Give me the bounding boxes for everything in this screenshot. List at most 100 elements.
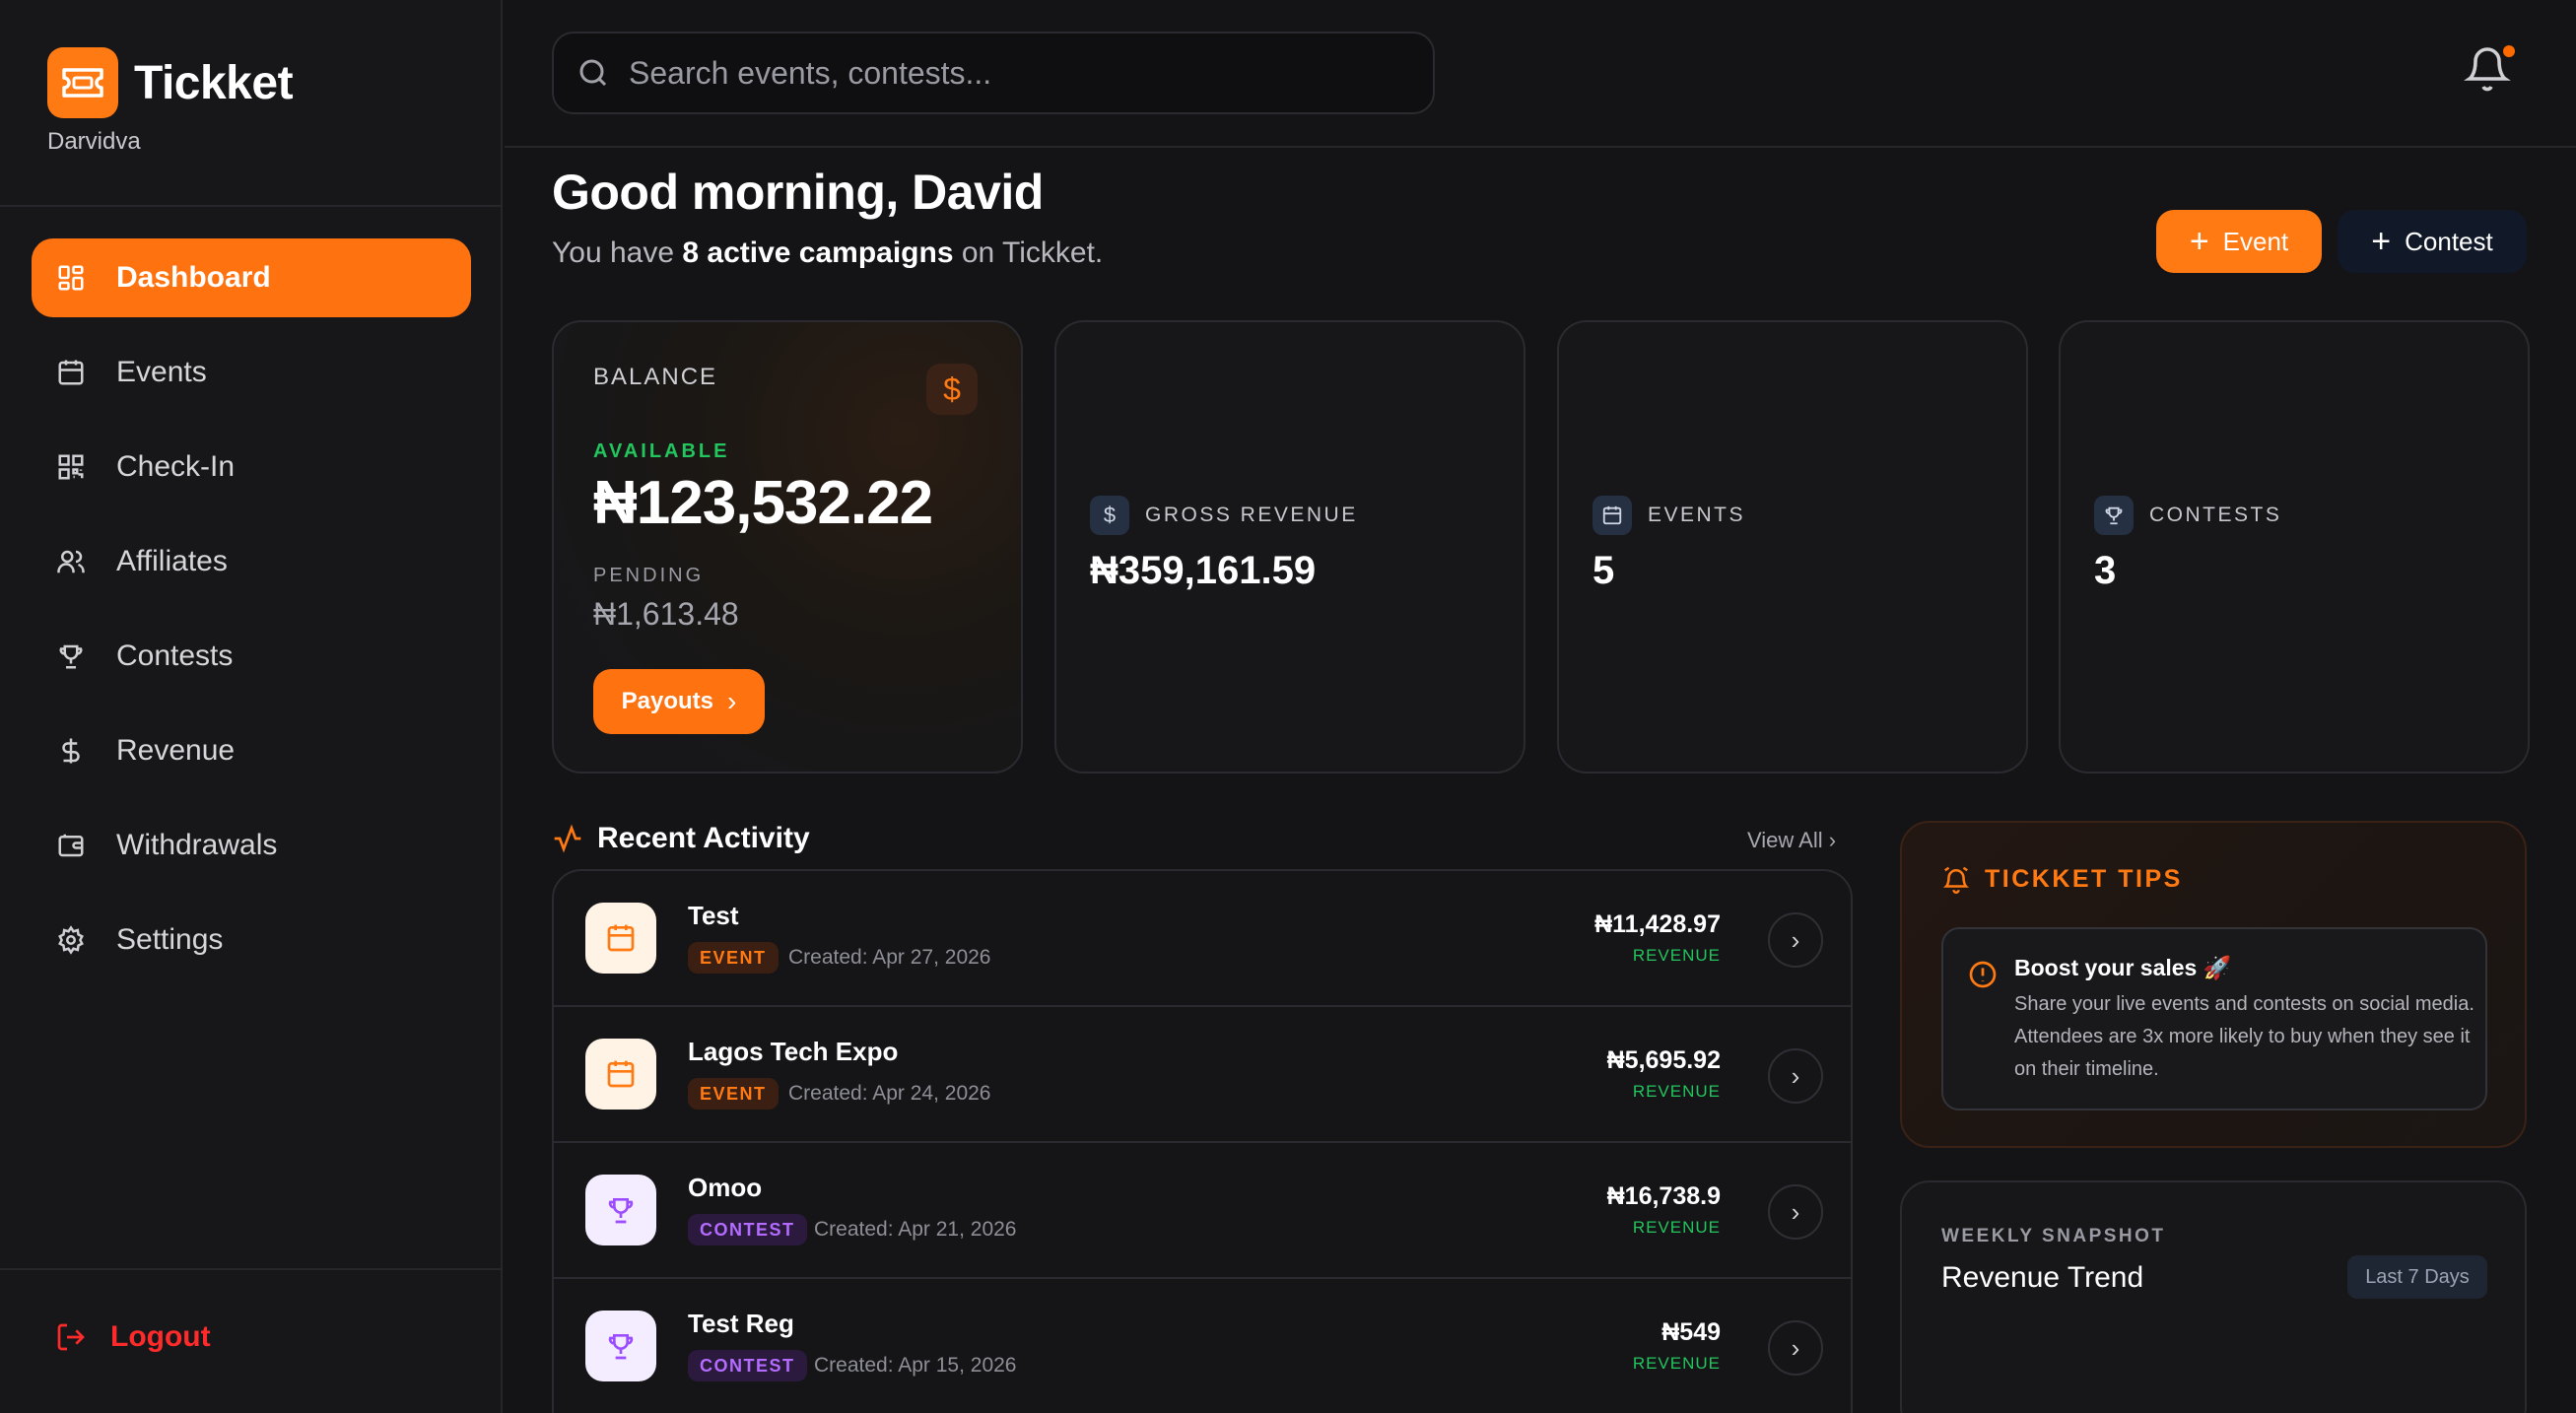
revenue-amount: ₦11,428.97	[1594, 910, 1721, 938]
app-name: Tickket	[134, 56, 294, 109]
events-card: EVENTS 5	[1557, 320, 2028, 774]
recent-activity-header: Recent Activity	[552, 822, 810, 855]
range-selector[interactable]: Last 7 Days	[2347, 1255, 2487, 1299]
calendar-icon	[585, 903, 656, 974]
tips-card: TICKKET TIPS Boost your sales 🚀 Share yo…	[1900, 821, 2527, 1148]
tips-title: TICKKET TIPS	[1985, 864, 2183, 893]
revenue-label: REVENUE	[1632, 946, 1721, 965]
stat-label: CONTESTS	[2149, 504, 2282, 526]
type-badge: CONTEST	[688, 1350, 807, 1381]
weekly-snapshot-card: WEEKLY SNAPSHOT Revenue Trend Last 7 Day…	[1900, 1180, 2527, 1413]
sidebar-nav: Dashboard Events Check-In Affiliates Con…	[32, 238, 471, 995]
trophy-icon	[2094, 496, 2134, 535]
plus-icon: +	[2189, 222, 2209, 260]
chevron-right-icon[interactable]: ›	[1768, 1320, 1823, 1376]
sidebar-item-label: Settings	[116, 923, 224, 956]
sidebar-item-label: Dashboard	[116, 261, 271, 294]
dollar-icon: $	[1090, 496, 1129, 535]
sidebar-item-events[interactable]: Events	[32, 333, 471, 412]
created-date: Created: Apr 24, 2026	[788, 1082, 991, 1105]
search-bar[interactable]	[552, 32, 1435, 114]
sidebar-item-dashboard[interactable]: Dashboard	[32, 238, 471, 317]
chevron-right-icon[interactable]: ›	[1768, 912, 1823, 968]
created-date: Created: Apr 21, 2026	[814, 1218, 1017, 1241]
trophy-icon	[585, 1311, 656, 1381]
created-date: Created: Apr 27, 2026	[788, 946, 991, 969]
list-item[interactable]: Test Reg CONTEST Created: Apr 15, 2026 ₦…	[554, 1279, 1851, 1413]
qr-icon	[55, 451, 87, 483]
list-item[interactable]: Lagos Tech Expo EVENT Created: Apr 24, 2…	[554, 1007, 1851, 1143]
calendar-icon	[55, 357, 87, 388]
tip-body: Share your live events and contests on s…	[2014, 993, 2474, 1080]
tips-header: TICKKET TIPS	[1941, 864, 2183, 894]
recent-activity-title: Recent Activity	[597, 822, 810, 854]
brand[interactable]: Tickket	[47, 47, 294, 118]
stat-header: $ GROSS REVENUE	[1090, 496, 1358, 535]
ticket-logo-icon	[47, 47, 118, 118]
sidebar-item-withdrawals[interactable]: Withdrawals	[32, 806, 471, 885]
search-icon	[576, 55, 611, 91]
topbar	[505, 0, 2576, 148]
logout-button[interactable]: Logout	[55, 1320, 211, 1354]
tip-title: Boost your sales 🚀	[2014, 955, 2232, 980]
weekly-title: Revenue Trend	[1941, 1261, 2144, 1294]
sidebar-item-affiliates[interactable]: Affiliates	[32, 522, 471, 601]
sidebar-item-label: Withdrawals	[116, 829, 278, 861]
contests-card: CONTESTS 3	[2059, 320, 2530, 774]
dollar-icon: $	[926, 364, 978, 415]
calendar-icon	[585, 1039, 656, 1110]
sidebar-divider-bottom	[0, 1268, 503, 1270]
created-date: Created: Apr 15, 2026	[814, 1354, 1017, 1377]
stat-value: 3	[2094, 549, 2117, 592]
sidebar-item-contests[interactable]: Contests	[32, 617, 471, 696]
chevron-right-icon[interactable]: ›	[1768, 1184, 1823, 1240]
alarm-icon	[1941, 864, 1971, 894]
user-handle: Darvidva	[47, 128, 141, 155]
add-contest-label: Contest	[2405, 226, 2493, 256]
add-contest-button[interactable]: + Contest	[2338, 210, 2527, 273]
payouts-button[interactable]: Payouts ›	[593, 669, 765, 734]
calendar-icon	[1593, 496, 1632, 535]
plus-icon: +	[2371, 222, 2392, 260]
list-item[interactable]: Omoo CONTEST Created: Apr 21, 2026 ₦16,7…	[554, 1143, 1851, 1279]
sidebar-item-revenue[interactable]: Revenue	[32, 711, 471, 790]
gear-icon	[55, 924, 87, 956]
weekly-label: WEEKLY SNAPSHOT	[1941, 1226, 2166, 1246]
sidebar-item-settings[interactable]: Settings	[32, 901, 471, 979]
wallet-icon	[55, 830, 87, 861]
sidebar-item-label: Check-In	[116, 450, 236, 483]
available-balance: ₦123,532.22	[593, 469, 933, 537]
revenue-label: REVENUE	[1632, 1218, 1721, 1237]
stat-header: EVENTS	[1593, 496, 1745, 535]
search-input[interactable]	[629, 54, 1397, 92]
view-all-label: View All	[1747, 828, 1823, 852]
revenue-amount: ₦549	[1661, 1318, 1721, 1346]
chevron-right-icon: ›	[1828, 828, 1837, 852]
notifications-button[interactable]	[2464, 41, 2519, 101]
recent-activity-list: Test EVENT Created: Apr 27, 2026 ₦11,428…	[552, 869, 1853, 1413]
notification-dot	[2503, 45, 2515, 57]
stat-header: CONTESTS	[2094, 496, 2281, 535]
tip-box: Boost your sales 🚀 Share your live event…	[1941, 927, 2487, 1110]
balance-label: BALANCE	[593, 364, 718, 390]
list-item[interactable]: Test EVENT Created: Apr 27, 2026 ₦11,428…	[554, 871, 1851, 1007]
add-event-label: Event	[2222, 226, 2289, 256]
type-badge: EVENT	[688, 942, 779, 974]
revenue-amount: ₦16,738.9	[1606, 1182, 1721, 1210]
chevron-right-icon[interactable]: ›	[1768, 1048, 1823, 1104]
balance-card: BALANCE $ AVAILABLE ₦123,532.22 PENDING …	[552, 320, 1023, 774]
item-name: Test	[688, 901, 739, 930]
stat-value: 5	[1593, 549, 1615, 592]
sidebar-item-label: Revenue	[116, 734, 236, 767]
chevron-right-icon: ›	[727, 686, 737, 716]
sidebar: Tickket Darvidva Dashboard Events Check-…	[0, 0, 503, 1413]
add-event-button[interactable]: + Event	[2156, 210, 2322, 273]
users-icon	[55, 546, 87, 577]
view-all-link[interactable]: View All ›	[1747, 828, 1836, 853]
sidebar-item-check-in[interactable]: Check-In	[32, 428, 471, 506]
active-campaigns-count: 8 active campaigns	[682, 236, 954, 269]
item-name: Omoo	[688, 1173, 763, 1202]
activity-icon	[552, 823, 583, 854]
subtitle-prefix: You have	[552, 236, 683, 269]
grid-icon	[55, 262, 87, 294]
